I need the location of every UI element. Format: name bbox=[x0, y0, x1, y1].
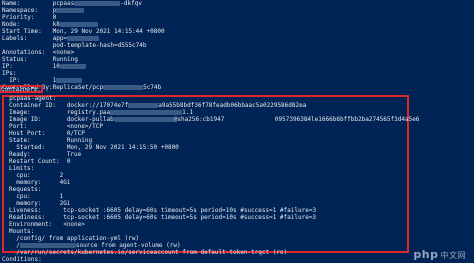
watermark-logo: php 中文网 bbox=[413, 247, 466, 261]
line-conditions: Conditions: bbox=[2, 256, 42, 263]
terminal-window[interactable]: Name: pcpaas -dkfqv Namespace: p Priority… bbox=[0, 0, 474, 263]
line-mount-secrets: /var/run/secrets/kubernetes.io/serviceac… bbox=[9, 249, 288, 256]
containers-label: Containers: bbox=[1, 86, 41, 93]
